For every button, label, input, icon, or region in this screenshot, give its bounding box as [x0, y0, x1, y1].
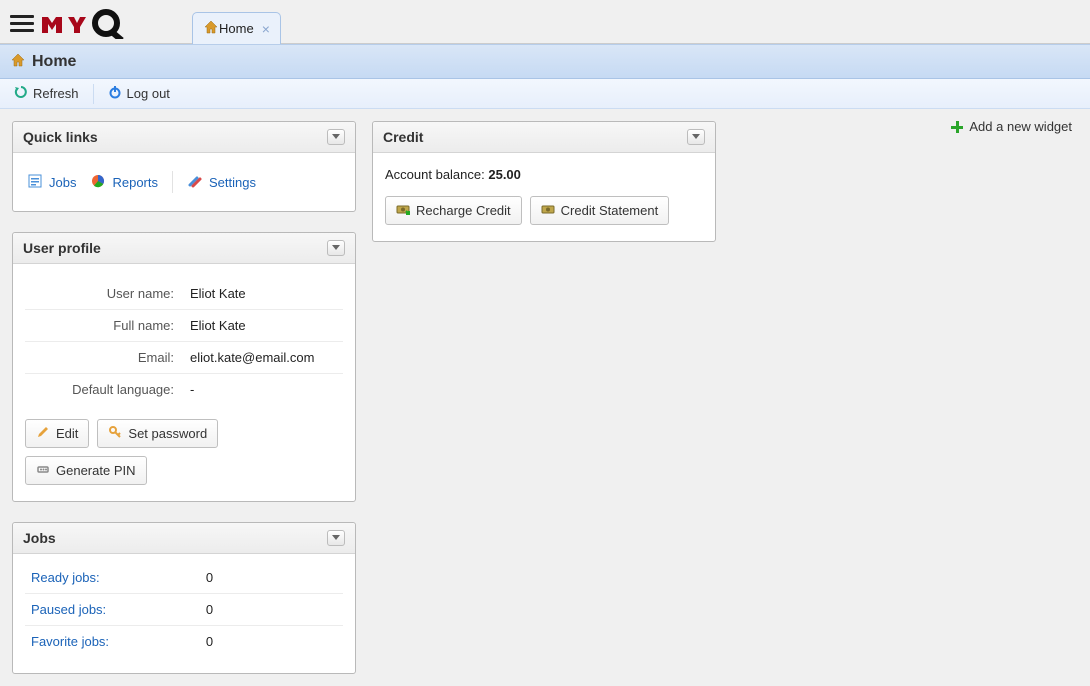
balance-line: Account balance: 25.00: [385, 167, 703, 182]
jobs-row-paused: Paused jobs: 0: [25, 593, 343, 625]
ready-jobs-value: 0: [200, 562, 219, 593]
jobs-row-ready: Ready jobs: 0: [25, 562, 343, 593]
button-label: Credit Statement: [561, 203, 659, 218]
tab-home[interactable]: Home ×: [192, 12, 281, 44]
favorite-jobs-link[interactable]: Favorite jobs:: [31, 634, 109, 649]
separator: [172, 171, 173, 193]
pin-icon: [36, 462, 50, 479]
app-bar: Home ×: [0, 0, 1090, 44]
profile-row-fullname: Full name: Eliot Kate: [25, 310, 343, 342]
jobs-row-favorite: Favorite jobs: 0: [25, 625, 343, 657]
balance-label: Account balance:: [385, 167, 488, 182]
profile-row-email: Email: eliot.kate@email.com: [25, 342, 343, 374]
profile-table: User name: Eliot Kate Full name: Eliot K…: [25, 278, 343, 405]
chevron-down-icon: [692, 134, 700, 140]
logout-label: Log out: [127, 86, 170, 101]
content-area: Add a new widget Quick links Jobs Report…: [0, 109, 1090, 686]
paused-jobs-value: 0: [200, 594, 219, 625]
widget-title: User profile: [23, 240, 101, 256]
add-widget-label: Add a new widget: [969, 119, 1072, 134]
separator: [93, 84, 94, 104]
column-2: Credit Account balance: 25.00 Recharge C…: [372, 121, 716, 242]
key-icon: [108, 425, 122, 442]
plus-icon: [951, 121, 963, 133]
button-label: Set password: [128, 426, 207, 441]
button-label: Edit: [56, 426, 78, 441]
label: User name:: [25, 278, 184, 310]
add-widget-button[interactable]: Add a new widget: [951, 119, 1072, 134]
set-password-button[interactable]: Set password: [97, 419, 218, 448]
widget-menu-button[interactable]: [327, 240, 345, 256]
button-label: Generate PIN: [56, 463, 136, 478]
reports-icon: [90, 173, 106, 192]
widget-menu-button[interactable]: [327, 129, 345, 145]
widget-title: Jobs: [23, 530, 56, 546]
widget-menu-button[interactable]: [327, 530, 345, 546]
chevron-down-icon: [332, 245, 340, 251]
chevron-down-icon: [332, 535, 340, 541]
home-icon: [10, 52, 26, 71]
edit-button[interactable]: Edit: [25, 419, 89, 448]
close-icon[interactable]: ×: [262, 21, 270, 37]
value: Eliot Kate: [184, 310, 343, 342]
value: eliot.kate@email.com: [184, 342, 343, 374]
jobs-icon: [27, 173, 43, 192]
home-icon: [203, 19, 219, 38]
pencil-icon: [36, 425, 50, 442]
button-label: Recharge Credit: [416, 203, 511, 218]
quicklink-settings-label: Settings: [209, 175, 256, 190]
logout-button[interactable]: Log out: [102, 83, 176, 104]
refresh-button[interactable]: Refresh: [8, 83, 85, 104]
settings-icon: [187, 173, 203, 192]
quicklink-jobs-label: Jobs: [49, 175, 76, 190]
money-icon: [541, 202, 555, 219]
widget-title: Credit: [383, 129, 423, 145]
page-header: Home: [0, 44, 1090, 79]
ready-jobs-link[interactable]: Ready jobs:: [31, 570, 100, 585]
value: -: [184, 374, 343, 406]
value: Eliot Kate: [184, 278, 343, 310]
favorite-jobs-value: 0: [200, 626, 219, 657]
menu-icon[interactable]: [10, 11, 34, 35]
profile-row-username: User name: Eliot Kate: [25, 278, 343, 310]
quicklink-jobs[interactable]: Jobs: [27, 171, 76, 193]
profile-row-language: Default language: -: [25, 374, 343, 406]
column-1: Quick links Jobs Reports Settings: [12, 121, 356, 674]
quicklink-reports[interactable]: Reports: [90, 171, 158, 193]
page-title: Home: [32, 53, 76, 71]
chevron-down-icon: [332, 134, 340, 140]
generate-pin-button[interactable]: Generate PIN: [25, 456, 147, 485]
refresh-label: Refresh: [33, 86, 79, 101]
label: Email:: [25, 342, 184, 374]
money-icon: [396, 202, 410, 219]
widget-title: Quick links: [23, 129, 98, 145]
widget-menu-button[interactable]: [687, 129, 705, 145]
tab-label: Home: [219, 21, 254, 36]
recharge-credit-button[interactable]: Recharge Credit: [385, 196, 522, 225]
widget-user-profile: User profile User name: Eliot Kate Full …: [12, 232, 356, 502]
widget-quick-links: Quick links Jobs Reports Settings: [12, 121, 356, 212]
widget-jobs: Jobs Ready jobs: 0 Paused jobs: 0 Favori…: [12, 522, 356, 674]
refresh-icon: [14, 85, 28, 102]
widget-credit: Credit Account balance: 25.00 Recharge C…: [372, 121, 716, 242]
label: Default language:: [25, 374, 184, 406]
credit-statement-button[interactable]: Credit Statement: [530, 196, 670, 225]
quicklink-settings[interactable]: Settings: [187, 171, 256, 193]
quicklink-reports-label: Reports: [112, 175, 158, 190]
power-icon: [108, 85, 122, 102]
paused-jobs-link[interactable]: Paused jobs:: [31, 602, 106, 617]
label: Full name:: [25, 310, 184, 342]
balance-value: 25.00: [488, 167, 521, 182]
toolbar: Refresh Log out: [0, 79, 1090, 109]
app-logo: [40, 7, 136, 39]
